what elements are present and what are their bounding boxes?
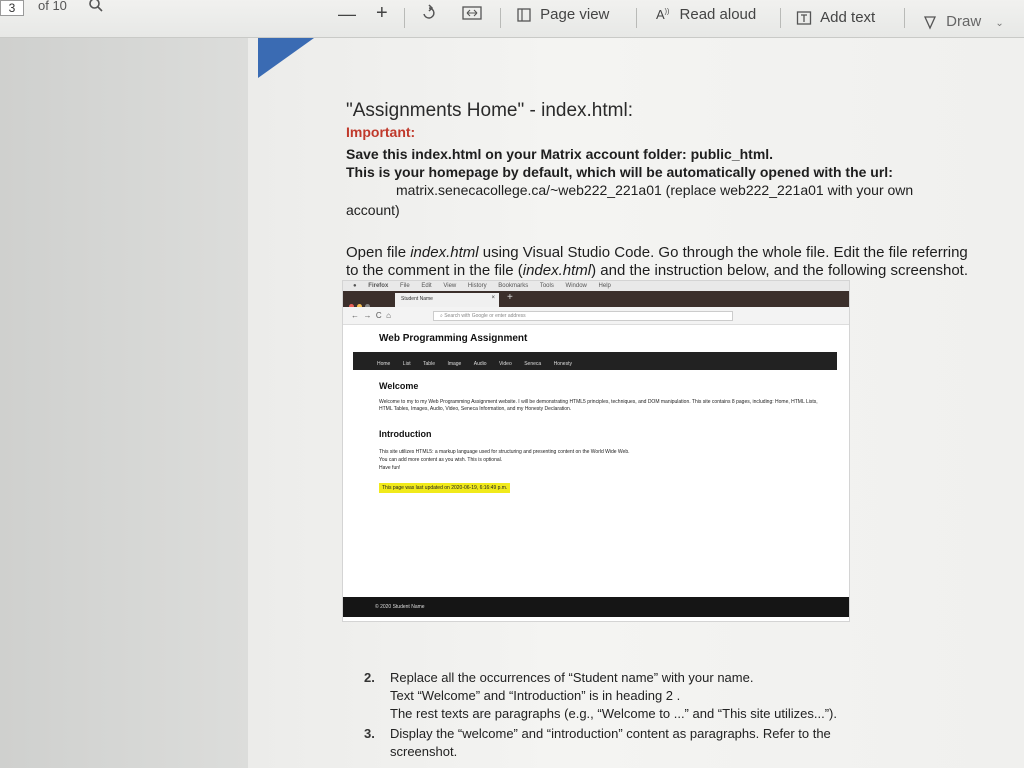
nav-buttons: ← → C ⌂ [351, 311, 391, 320]
draw-label: Draw [946, 13, 982, 30]
zoom-out-button[interactable]: — [338, 4, 356, 25]
instruction-item: Text “Welcome” and “Introduction” is in … [390, 688, 681, 703]
zoom-in-button[interactable]: + [376, 2, 388, 25]
instruction-item: Display the “welcome” and “introduction”… [390, 726, 831, 741]
page-view-button[interactable]: Page view [516, 6, 609, 23]
page-count: of 10 [38, 0, 67, 13]
toolbar-divider [780, 8, 781, 28]
menu-item: Help [598, 283, 611, 289]
list-number: 2. [364, 670, 375, 685]
instruction-line: account) [346, 202, 400, 218]
pdf-toolbar: 3 of 10 — + Page view A)) Read aloud Add… [0, 0, 1024, 38]
welcome-heading: Welcome [379, 381, 419, 391]
instruction-item: The rest texts are paragraphs (e.g., “We… [390, 706, 837, 721]
nav-item: Video [499, 361, 512, 367]
menu-item: Window [565, 283, 587, 289]
page-view-label: Page view [540, 6, 610, 23]
nav-item: Seneca [524, 361, 542, 367]
toolbar-divider [500, 8, 501, 28]
new-tab-icon: + [507, 292, 513, 303]
read-aloud-label: Read aloud [679, 6, 757, 23]
paragraph-text: Open file [346, 244, 411, 261]
menu-item: Firefox [368, 283, 389, 289]
filename-text: index.html [410, 244, 479, 261]
close-icon: × [491, 295, 495, 301]
page-title: "Assignments Home" - index.html: [346, 100, 633, 121]
apple-icon: ● [353, 283, 357, 289]
embedded-screenshot: ● Firefox File Edit View History Bookmar… [342, 280, 850, 622]
intro-paragraph: This site utilizes HTML5: a markup langu… [379, 449, 630, 455]
page-corner-decoration [258, 38, 314, 78]
site-nav: Home List Table Image Audio Video Seneca… [353, 352, 837, 370]
tab-title: Student Name [401, 296, 433, 302]
instruction-line: Save this index.html on your Matrix acco… [346, 146, 774, 162]
paragraph-text: to the comment in the file ( [346, 262, 523, 279]
url-bar: ⌕ Search with Google or enter address [433, 311, 733, 321]
site-footer: © 2020 Student Name [343, 597, 849, 617]
rotate-icon[interactable] [420, 4, 438, 26]
search-icon[interactable] [88, 0, 104, 13]
filename-text: index.html [522, 262, 592, 279]
browser-navbar: ← → C ⌂ ⌕ Search with Google or enter ad… [343, 307, 849, 325]
menu-item: File [399, 283, 410, 289]
site-title: Web Programming Assignment [379, 333, 528, 344]
menu-item: View [443, 283, 457, 289]
browser-tabbar: Student Name × + [343, 291, 849, 309]
draw-button[interactable]: Draw ⌄ [922, 13, 1004, 30]
instruction-line: matrix.senecacollege.ca/~web222_221a01 (… [396, 182, 914, 198]
page-number-input[interactable]: 3 [0, 0, 24, 16]
welcome-paragraph: Welcome to my to my Web Programming Assi… [379, 399, 818, 412]
paragraph-line: to the comment in the file (index.html) … [346, 262, 968, 279]
last-updated-highlight: This page was last updated on 2020-06-19… [379, 483, 511, 493]
add-text-button[interactable]: Add text [796, 9, 875, 26]
instruction-line: This is your homepage by default, which … [346, 164, 893, 180]
menu-item: Tools [539, 283, 554, 289]
intro-paragraph: Have fun! [379, 465, 401, 471]
introduction-heading: Introduction [379, 429, 432, 439]
read-aloud-button[interactable]: A)) Read aloud [656, 6, 756, 23]
intro-paragraph: You can add more content as you wish. Th… [379, 457, 503, 463]
add-text-label: Add text [820, 9, 876, 26]
toolbar-divider [636, 8, 637, 28]
browser-tab: Student Name × [395, 293, 499, 307]
toolbar-divider [404, 8, 405, 28]
nav-item: Audio [473, 361, 487, 367]
nav-item: Honesty [553, 361, 572, 367]
url-placeholder: Search with Google or enter address [444, 313, 526, 319]
pdf-page: "Assignments Home" - index.html: Importa… [248, 38, 1024, 768]
viewer-background [0, 38, 248, 768]
important-label: Important: [346, 124, 416, 140]
list-number: 3. [364, 726, 375, 741]
nav-item: Image [447, 361, 462, 367]
fit-width-icon[interactable] [462, 6, 482, 24]
nav-item: Table [423, 361, 435, 367]
paragraph-text: ) and the instruction below, and the fol… [591, 262, 969, 279]
read-aloud-icon: A)) [656, 7, 670, 22]
instruction-item: screenshot. [390, 744, 458, 759]
menu-item: Bookmarks [498, 283, 529, 289]
paragraph-text: using Visual Studio Code. Go through the… [478, 244, 968, 261]
nav-item: Home [377, 361, 391, 367]
instruction-item: Replace all the occurrences of “Student … [390, 670, 754, 685]
menu-item: History [467, 283, 487, 289]
menu-item: Edit [421, 283, 432, 289]
mac-menubar: ● Firefox File Edit View History Bookmar… [343, 281, 849, 291]
chevron-down-icon: ⌄ [995, 18, 1004, 29]
nav-item: List [402, 361, 411, 367]
paragraph-line: Open file index.html using Visual Studio… [346, 244, 968, 261]
toolbar-divider [904, 8, 905, 28]
